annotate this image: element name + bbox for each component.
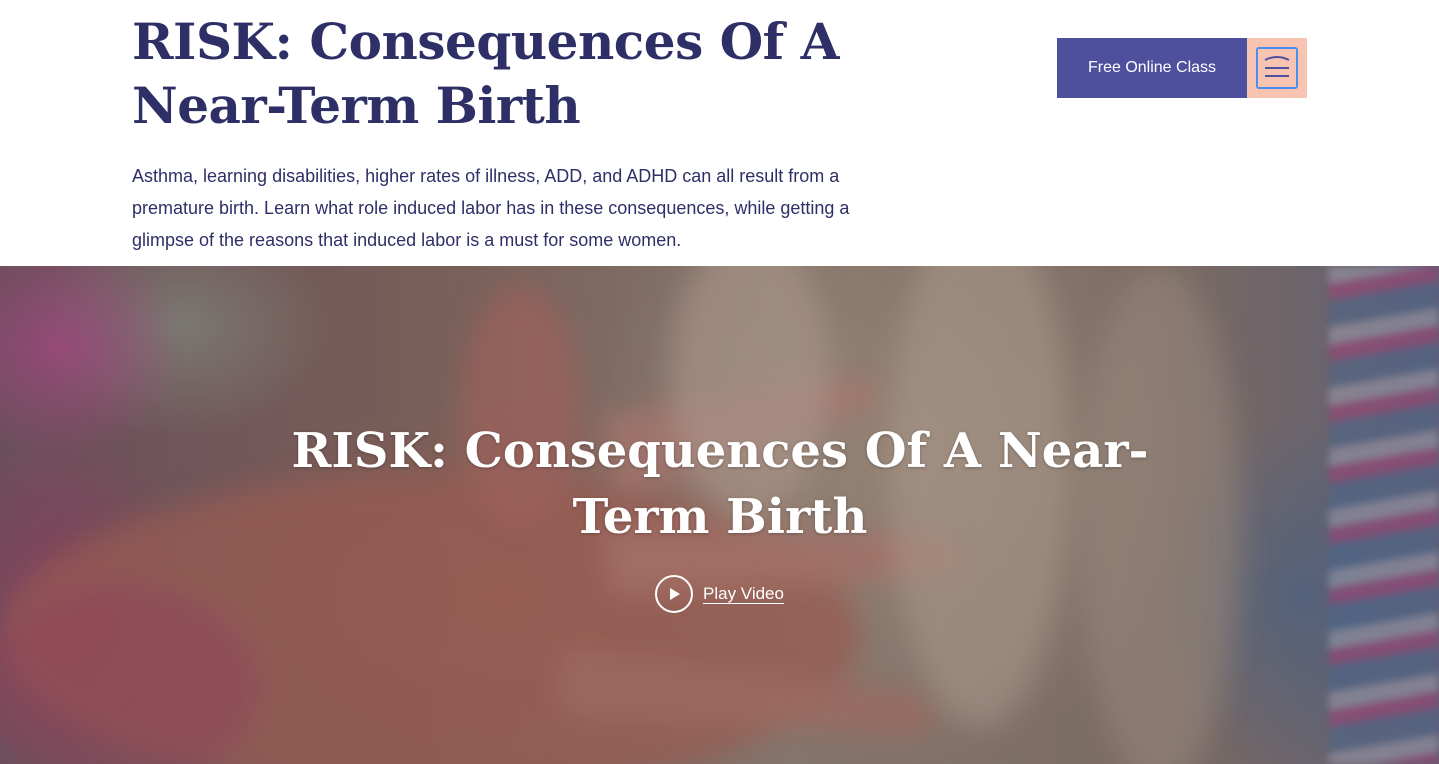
hero-video-banner[interactable]: RISK: Consequences Of A Near-Term Birth … — [0, 266, 1439, 764]
menu-button[interactable] — [1247, 38, 1307, 98]
page-title: RISK: Consequences Of A Near-Term Birth — [132, 12, 839, 135]
intro-text: Asthma, learning disabilities, higher ra… — [132, 166, 850, 250]
hero-title: RISK: Consequences Of A Near-Term Birth — [291, 423, 1149, 545]
play-video-button[interactable]: Play Video — [655, 575, 784, 613]
play-video-label: Play Video — [703, 584, 784, 603]
play-icon — [655, 575, 693, 613]
free-online-class-button[interactable]: Free Online Class — [1057, 38, 1247, 98]
menu-icon — [1256, 47, 1298, 89]
